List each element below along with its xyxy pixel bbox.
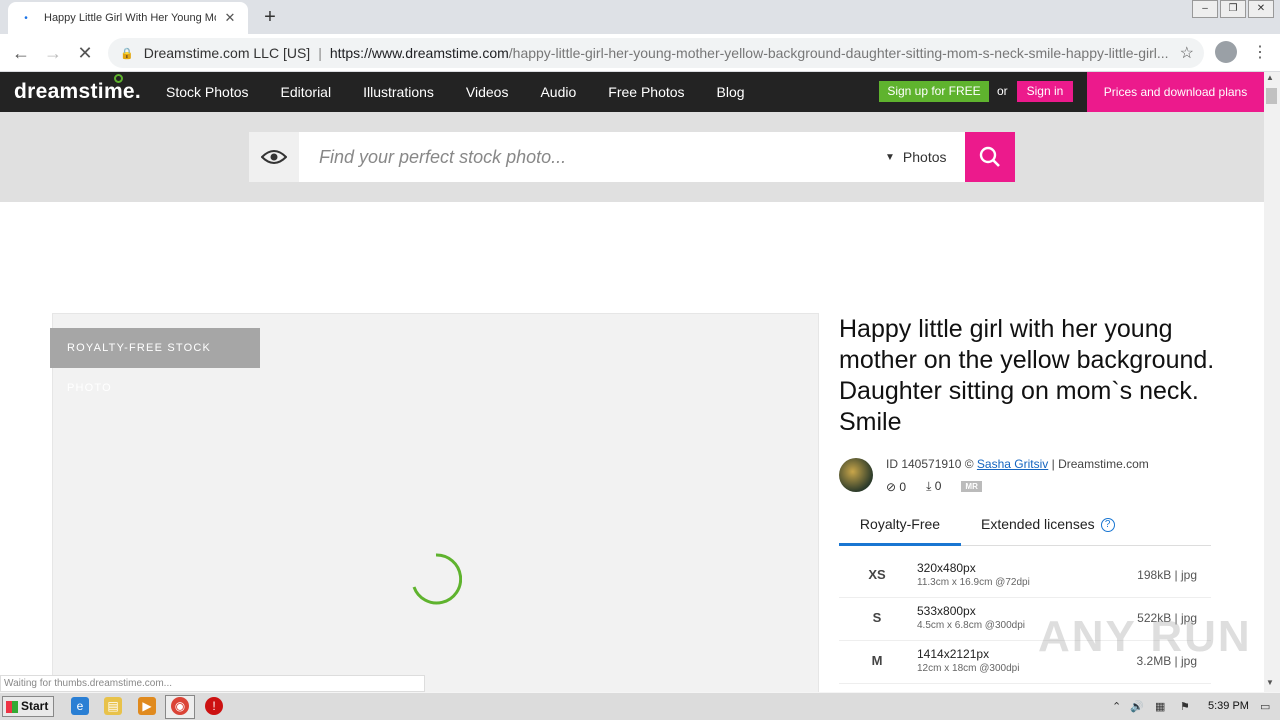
- prices-button[interactable]: Prices and download plans: [1087, 72, 1264, 112]
- omnibox-separator: |: [318, 45, 322, 61]
- scroll-thumb[interactable]: [1266, 88, 1277, 104]
- windows-logo-icon: [6, 701, 18, 713]
- scroll-down-icon[interactable]: ▼: [1266, 678, 1274, 687]
- views-stat: ⊘ 0: [886, 479, 907, 494]
- loading-spinner-icon: [412, 553, 462, 605]
- search-button[interactable]: [965, 132, 1015, 182]
- volume-icon[interactable]: 🔊: [1130, 700, 1144, 713]
- search-type-select[interactable]: ▼ Photos: [879, 132, 965, 182]
- signin-button[interactable]: Sign in: [1017, 81, 1073, 102]
- lock-icon: 🔒: [120, 47, 134, 60]
- anyrun-watermark: ANY RUN: [1038, 612, 1252, 661]
- photo-stats: ⊘ 0 ⤓ 0 MR: [886, 479, 992, 494]
- chevron-down-icon: ▼: [885, 151, 895, 163]
- search-input[interactable]: [299, 132, 879, 182]
- explorer-folder-icon[interactable]: ▤: [104, 697, 122, 715]
- forward-icon[interactable]: →: [40, 40, 66, 66]
- dreamstime-logo[interactable]: dreamstime.: [14, 74, 141, 104]
- visual-search-eye-icon[interactable]: [249, 132, 299, 182]
- page-scrollbar[interactable]: [1264, 72, 1280, 692]
- browser-toolbar: ← → ✕ 🔒 Dreamstime.com LLC [US] | https:…: [0, 34, 1280, 72]
- or-text: or: [997, 84, 1008, 98]
- tray-expand-icon[interactable]: ⌃: [1112, 700, 1121, 713]
- author-link[interactable]: Sasha Gritsiv: [977, 457, 1048, 471]
- minimize-button[interactable]: –: [1192, 0, 1218, 18]
- search-icon: [979, 146, 1000, 167]
- help-icon[interactable]: ?: [1100, 518, 1115, 533]
- url-text: https://www.dreamstime.com/happy-little-…: [329, 45, 1169, 61]
- tab-royalty-free[interactable]: Royalty-Free: [839, 510, 961, 546]
- tab-title: Happy Little Girl With Her Young Mot: [44, 12, 216, 24]
- media-player-icon[interactable]: ▶: [138, 697, 156, 715]
- site-header: dreamstime. Stock Photos Editorial Illus…: [0, 72, 1264, 112]
- downloads-stat: ⤓ 0: [926, 479, 942, 493]
- chrome-icon[interactable]: ◉: [171, 697, 189, 715]
- nav-audio[interactable]: Audio: [540, 84, 576, 100]
- bookmark-star-icon[interactable]: ☆: [1180, 43, 1194, 63]
- site-org: Dreamstime.com LLC [US]: [143, 45, 311, 61]
- address-bar[interactable]: 🔒 Dreamstime.com LLC [US] | https://www.…: [108, 38, 1204, 68]
- signup-button[interactable]: Sign up for FREE: [879, 81, 989, 102]
- main-nav: Stock Photos Editorial Illustrations Vid…: [166, 72, 777, 112]
- tab-close-icon[interactable]: ✕: [222, 10, 238, 26]
- nav-blog[interactable]: Blog: [717, 84, 745, 100]
- flag-icon[interactable]: ⚑: [1180, 700, 1190, 713]
- license-tabs: Royalty-Free Extended licenses?: [839, 510, 1211, 546]
- security-alert-icon[interactable]: !: [205, 697, 223, 715]
- nav-illustrations[interactable]: Illustrations: [363, 84, 434, 100]
- nav-free-photos[interactable]: Free Photos: [608, 84, 684, 100]
- photo-title: Happy little girl with her young mother …: [839, 315, 1215, 436]
- nav-videos[interactable]: Videos: [466, 84, 509, 100]
- author-avatar[interactable]: [839, 458, 873, 492]
- window-controls: – ❐ ✕: [1190, 0, 1274, 18]
- tab-extended-licenses[interactable]: Extended licenses?: [981, 510, 1115, 546]
- scroll-up-icon[interactable]: ▲: [1266, 73, 1274, 82]
- royalty-free-badge: ROYALTY-FREE STOCK PHOTO: [50, 328, 260, 394]
- search-type-label: Photos: [902, 149, 947, 165]
- loading-favicon-icon: •: [24, 12, 28, 24]
- nav-editorial[interactable]: Editorial: [281, 84, 332, 100]
- taskbar-clock: 5:39 PM: [1208, 700, 1249, 712]
- browser-menu-icon[interactable]: ⋮: [1252, 42, 1268, 62]
- back-icon[interactable]: ←: [8, 40, 34, 66]
- model-release-badge: MR: [961, 481, 982, 492]
- show-desktop-icon[interactable]: ▭: [1260, 700, 1270, 713]
- size-option-row[interactable]: XS 320x480px 11.3cm x 16.9cm @72dpi 198k…: [839, 555, 1211, 598]
- ie-icon[interactable]: e: [71, 697, 89, 715]
- close-window-button[interactable]: ✕: [1248, 0, 1274, 18]
- restore-button[interactable]: ❐: [1220, 0, 1246, 18]
- new-tab-button[interactable]: +: [258, 6, 282, 28]
- browser-status-bar: Waiting for thumbs.dreamstime.com...: [0, 675, 425, 692]
- logo-swirl-icon: [114, 74, 124, 83]
- network-icon[interactable]: ▦: [1155, 700, 1165, 713]
- nav-stock-photos[interactable]: Stock Photos: [166, 84, 249, 100]
- browser-tab[interactable]: • Happy Little Girl With Her Young Mot ✕: [8, 2, 248, 34]
- photo-meta: ID 140571910 © Sasha Gritsiv | Dreamstim…: [886, 457, 1149, 471]
- photo-preview-area: [52, 313, 819, 703]
- profile-avatar-icon[interactable]: [1215, 41, 1237, 63]
- stop-icon[interactable]: ✕: [72, 40, 98, 66]
